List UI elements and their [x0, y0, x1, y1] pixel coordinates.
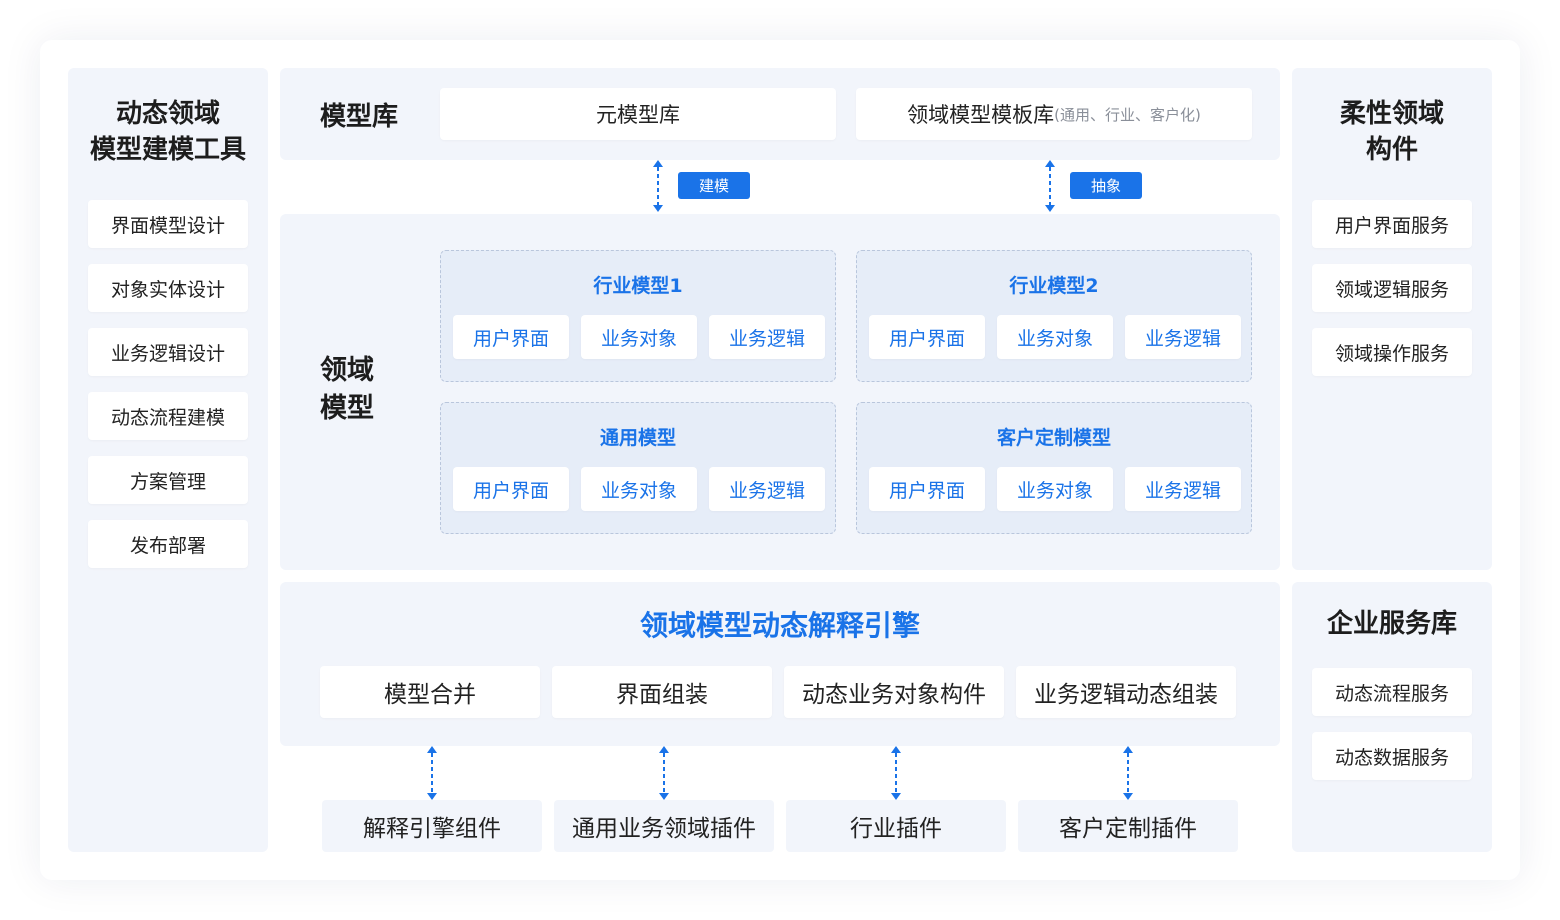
abstraction-connector-arrow — [1045, 160, 1055, 212]
industry-model-2-group: 行业模型2 用户界面 业务对象 业务逻辑 — [856, 250, 1252, 382]
chip-business-object[interactable]: 业务对象 — [997, 315, 1113, 359]
group-title: 通用模型 — [599, 427, 676, 449]
template-library-note: (通用、行业、客户化) — [1054, 105, 1201, 124]
group-title: 行业模型1 — [593, 275, 683, 297]
service-dynamic-data[interactable]: 动态数据服务 — [1312, 732, 1472, 780]
group-title: 客户定制模型 — [996, 427, 1111, 449]
modeling-tool-panel: 动态领域 模型建模工具 界面模型设计 对象实体设计 业务逻辑设计 动态流程建模 … — [68, 68, 268, 852]
group-title: 行业模型2 — [1009, 275, 1099, 297]
engine-item-model-merge[interactable]: 模型合并 — [320, 666, 540, 718]
industry-plugin-connector-arrow — [891, 746, 901, 800]
tool-item-publish-deploy[interactable]: 发布部署 — [88, 520, 248, 568]
engine-component-connector-arrow — [427, 746, 437, 800]
custom-plugin-connector-arrow — [1123, 746, 1133, 800]
meta-model-library-label: 元模型库 — [596, 103, 680, 127]
flexible-components-title-line2: 构件 — [1365, 135, 1418, 165]
plugin-engine-component[interactable]: 解释引擎组件 — [322, 800, 542, 852]
plugin-industry[interactable]: 行业插件 — [786, 800, 1006, 852]
chip-user-interface[interactable]: 用户界面 — [869, 467, 985, 511]
chip-business-logic[interactable]: 业务逻辑 — [709, 467, 825, 511]
flexible-components-title-line1: 柔性领域 — [1339, 99, 1444, 129]
domain-model-panel: 领域 模型 行业模型1 用户界面 业务对象 业务逻辑 行业模型2 用户界面 业务… — [280, 214, 1280, 570]
enterprise-services-title: 企业服务库 — [1326, 609, 1457, 639]
service-dynamic-flow[interactable]: 动态流程服务 — [1312, 668, 1472, 716]
chip-user-interface[interactable]: 用户界面 — [453, 467, 569, 511]
enterprise-services-panel: 企业服务库 动态流程服务 动态数据服务 — [1292, 582, 1492, 852]
general-model-group: 通用模型 用户界面 业务对象 业务逻辑 — [440, 402, 836, 534]
abstraction-badge: 抽象 — [1070, 172, 1142, 199]
service-domain-logic[interactable]: 领域逻辑服务 — [1312, 264, 1472, 312]
domain-model-title-line1: 领域 — [320, 355, 374, 386]
custom-model-group: 客户定制模型 用户界面 业务对象 业务逻辑 — [856, 402, 1252, 534]
engine-item-logic-assembly[interactable]: 业务逻辑动态组装 — [1016, 666, 1236, 718]
tool-item-logic-design[interactable]: 业务逻辑设计 — [88, 328, 248, 376]
modeling-tool-title-line2: 模型建模工具 — [89, 135, 246, 165]
model-library-title: 模型库 — [320, 102, 399, 132]
tool-item-solution-management[interactable]: 方案管理 — [88, 456, 248, 504]
chip-business-object[interactable]: 业务对象 — [581, 467, 697, 511]
engine-item-dynamic-object[interactable]: 动态业务对象构件 — [784, 666, 1004, 718]
meta-model-library-card[interactable]: 元模型库 — [440, 88, 836, 140]
tool-item-ui-model-design[interactable]: 界面模型设计 — [88, 200, 248, 248]
chip-business-logic[interactable]: 业务逻辑 — [1125, 315, 1241, 359]
tool-item-entity-design[interactable]: 对象实体设计 — [88, 264, 248, 312]
template-library-label: 领域模型模板库 — [907, 103, 1055, 127]
chip-business-logic[interactable]: 业务逻辑 — [709, 315, 825, 359]
chip-user-interface[interactable]: 用户界面 — [453, 315, 569, 359]
chip-business-object[interactable]: 业务对象 — [581, 315, 697, 359]
chip-business-object[interactable]: 业务对象 — [997, 467, 1113, 511]
engine-panel: 领域模型动态解释引擎 模型合并 界面组装 动态业务对象构件 业务逻辑动态组装 — [280, 582, 1280, 746]
general-plugin-connector-arrow — [659, 746, 669, 800]
engine-item-ui-assembly[interactable]: 界面组装 — [552, 666, 772, 718]
domain-model-title-line2: 模型 — [320, 393, 374, 424]
model-library-panel: 模型库 元模型库 领域模型模板库 (通用、行业、客户化) — [280, 68, 1280, 160]
service-user-interface[interactable]: 用户界面服务 — [1312, 200, 1472, 248]
chip-business-logic[interactable]: 业务逻辑 — [1125, 467, 1241, 511]
template-library-card[interactable]: 领域模型模板库 (通用、行业、客户化) — [856, 88, 1252, 140]
chip-user-interface[interactable]: 用户界面 — [869, 315, 985, 359]
industry-model-1-group: 行业模型1 用户界面 业务对象 业务逻辑 — [440, 250, 836, 382]
flexible-components-panel: 柔性领域 构件 用户界面服务 领域逻辑服务 领域操作服务 — [1292, 68, 1492, 570]
plugin-general-business[interactable]: 通用业务领域插件 — [554, 800, 774, 852]
plugin-customer-custom[interactable]: 客户定制插件 — [1018, 800, 1238, 852]
modeling-badge: 建模 — [678, 172, 750, 199]
service-domain-operation[interactable]: 领域操作服务 — [1312, 328, 1472, 376]
modeling-connector-arrow — [653, 160, 663, 212]
engine-title: 领域模型动态解释引擎 — [639, 609, 920, 642]
modeling-tool-title-line1: 动态领域 — [115, 99, 220, 129]
tool-item-flow-modeling[interactable]: 动态流程建模 — [88, 392, 248, 440]
